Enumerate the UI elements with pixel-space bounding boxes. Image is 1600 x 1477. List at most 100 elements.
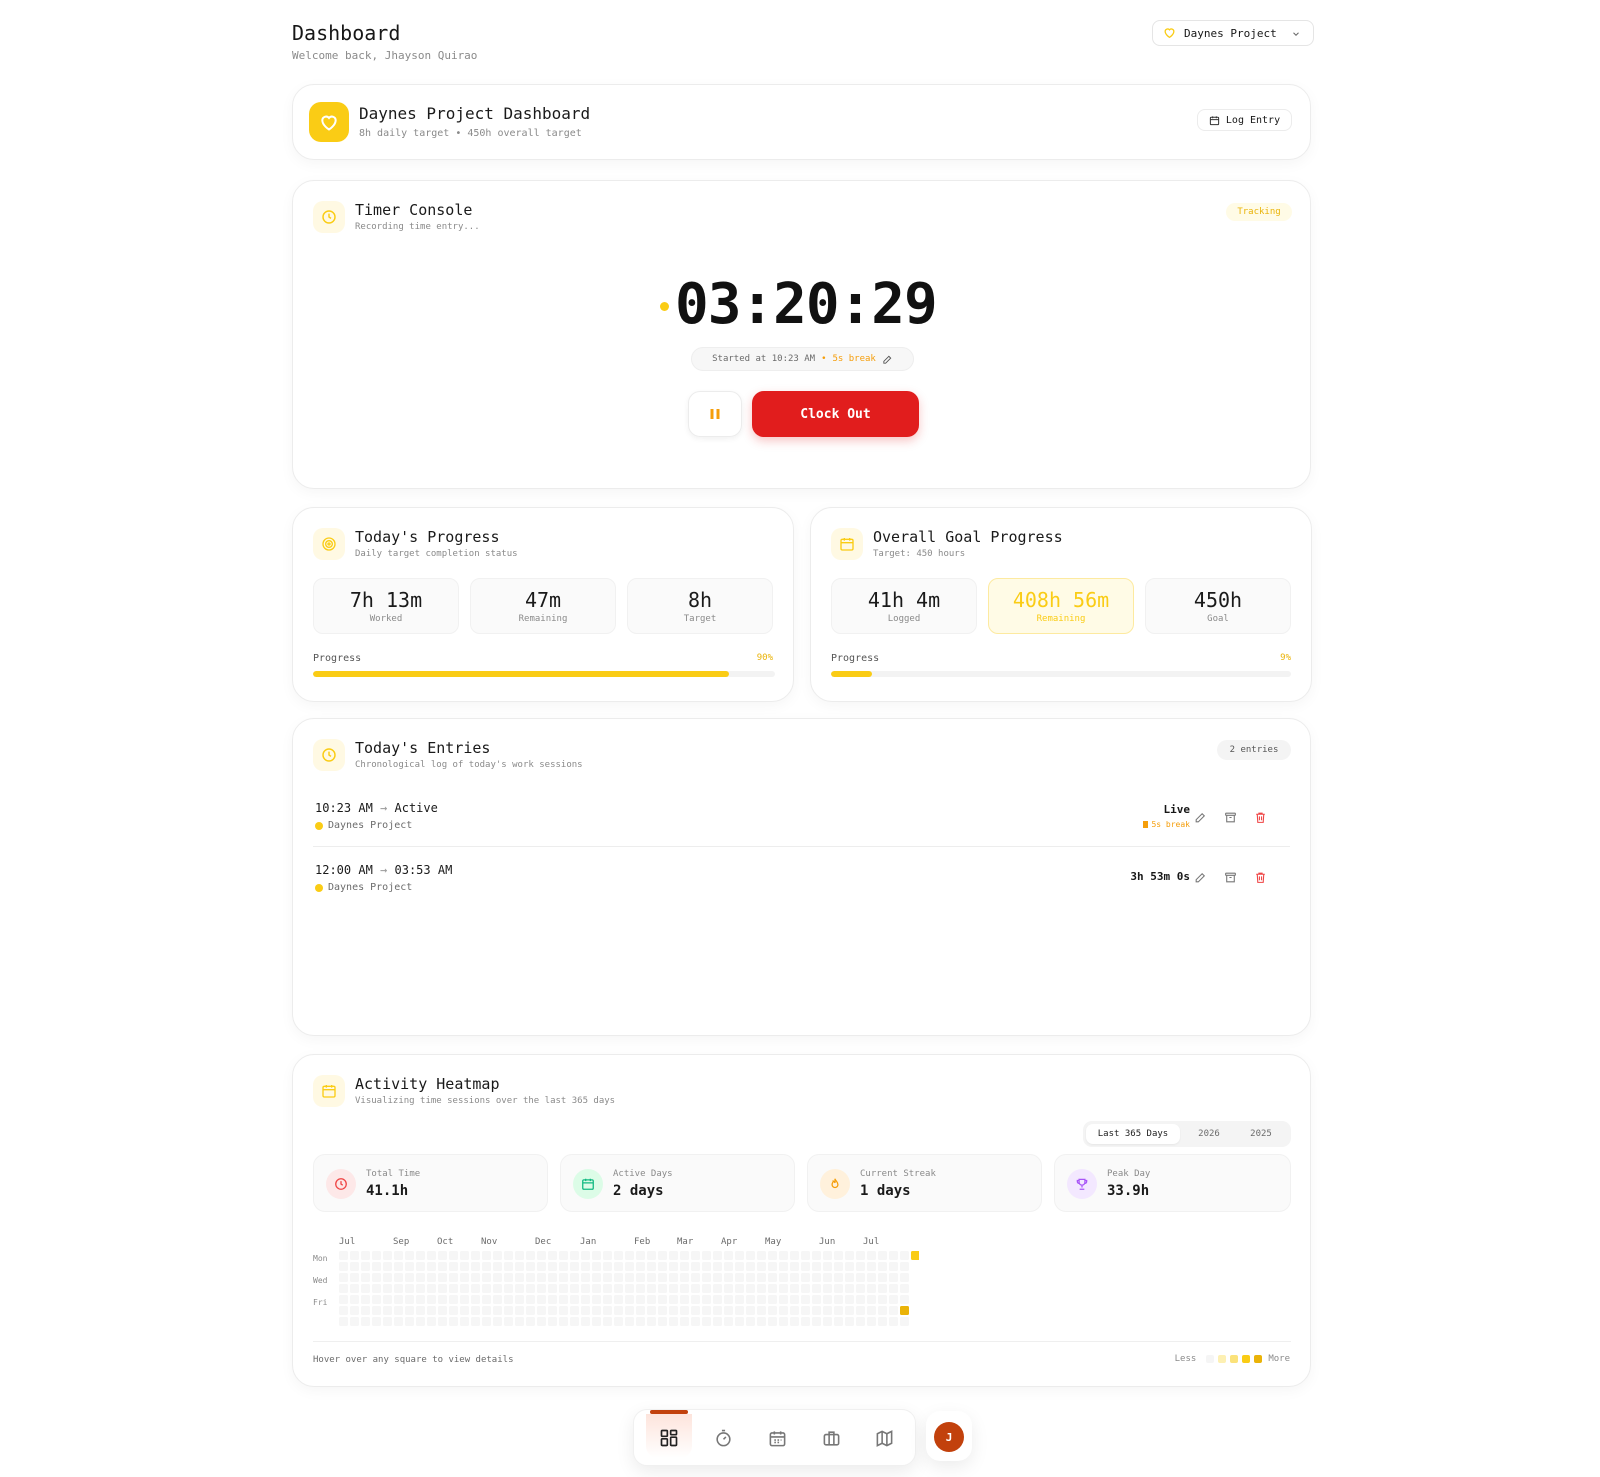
heatmap-cell[interactable]: [372, 1317, 381, 1326]
heatmap-cell[interactable]: [647, 1306, 656, 1315]
heatmap-cell[interactable]: [768, 1262, 777, 1271]
heatmap-cell[interactable]: [636, 1317, 645, 1326]
heatmap-cell[interactable]: [449, 1295, 458, 1304]
heatmap-cell[interactable]: [581, 1284, 590, 1293]
heatmap-cell[interactable]: [438, 1262, 447, 1271]
heatmap-cell[interactable]: [592, 1284, 601, 1293]
heatmap-cell[interactable]: [427, 1295, 436, 1304]
heatmap-cell[interactable]: [339, 1284, 348, 1293]
heatmap-cell[interactable]: [636, 1306, 645, 1315]
heatmap-cell[interactable]: [416, 1251, 425, 1260]
log-entry-button[interactable]: Log Entry: [1197, 109, 1292, 131]
nav-map[interactable]: [867, 1423, 901, 1457]
heatmap-cell[interactable]: [350, 1306, 359, 1315]
heatmap-cell[interactable]: [416, 1295, 425, 1304]
heatmap-cell[interactable]: [790, 1295, 799, 1304]
heatmap-cell[interactable]: [603, 1317, 612, 1326]
heatmap-cell[interactable]: [647, 1251, 656, 1260]
heatmap-cell[interactable]: [669, 1317, 678, 1326]
heatmap-cell[interactable]: [757, 1251, 766, 1260]
heatmap-cell[interactable]: [471, 1262, 480, 1271]
heatmap-cell[interactable]: [570, 1284, 579, 1293]
heatmap-cell[interactable]: [394, 1295, 403, 1304]
heatmap-cell[interactable]: [845, 1284, 854, 1293]
heatmap-cell[interactable]: [713, 1295, 722, 1304]
heatmap-cell[interactable]: [900, 1295, 909, 1304]
heatmap-cell[interactable]: [427, 1317, 436, 1326]
heatmap-cell[interactable]: [680, 1284, 689, 1293]
heatmap-cell[interactable]: [361, 1251, 370, 1260]
heatmap-cell[interactable]: [515, 1317, 524, 1326]
heatmap-cell[interactable]: [845, 1273, 854, 1282]
heatmap-cell[interactable]: [878, 1284, 887, 1293]
heatmap-cell[interactable]: [570, 1295, 579, 1304]
heatmap-cell[interactable]: [581, 1262, 590, 1271]
heatmap-cell[interactable]: [559, 1251, 568, 1260]
heatmap-cell[interactable]: [581, 1317, 590, 1326]
heatmap-cell[interactable]: [713, 1262, 722, 1271]
heatmap-cell[interactable]: [658, 1317, 667, 1326]
heatmap-cell[interactable]: [746, 1251, 755, 1260]
heatmap-cell[interactable]: [779, 1273, 788, 1282]
heatmap-cell[interactable]: [867, 1251, 876, 1260]
heatmap-cell[interactable]: [856, 1306, 865, 1315]
heatmap-cell[interactable]: [405, 1317, 414, 1326]
heatmap-cell[interactable]: [746, 1262, 755, 1271]
heatmap-cell[interactable]: [449, 1306, 458, 1315]
heatmap-cell[interactable]: [889, 1317, 898, 1326]
heatmap-cell[interactable]: [559, 1306, 568, 1315]
heatmap-cell[interactable]: [658, 1284, 667, 1293]
heatmap-cell[interactable]: [669, 1295, 678, 1304]
heatmap-cell[interactable]: [768, 1306, 777, 1315]
heatmap-cell[interactable]: [757, 1295, 766, 1304]
delete-entry-button[interactable]: [1250, 868, 1270, 888]
heatmap-cell[interactable]: [900, 1284, 909, 1293]
heatmap-cell[interactable]: [724, 1273, 733, 1282]
heatmap-cell[interactable]: [482, 1273, 491, 1282]
heatmap-cell[interactable]: [823, 1251, 832, 1260]
heatmap-cell[interactable]: [636, 1262, 645, 1271]
heatmap-cell[interactable]: [383, 1251, 392, 1260]
heatmap-cell[interactable]: [658, 1251, 667, 1260]
heatmap-cell[interactable]: [493, 1273, 502, 1282]
heatmap-cell[interactable]: [856, 1262, 865, 1271]
heatmap-cell[interactable]: [680, 1306, 689, 1315]
heatmap-cell[interactable]: [493, 1262, 502, 1271]
heatmap-cell[interactable]: [878, 1273, 887, 1282]
heatmap-cell[interactable]: [658, 1306, 667, 1315]
heatmap-cell[interactable]: [834, 1273, 843, 1282]
heatmap-cell[interactable]: [812, 1284, 821, 1293]
heatmap-cell[interactable]: [581, 1251, 590, 1260]
heatmap-cell[interactable]: [845, 1306, 854, 1315]
heatmap-cell[interactable]: [746, 1273, 755, 1282]
heatmap-cell[interactable]: [911, 1251, 919, 1260]
heatmap-cell[interactable]: [548, 1251, 557, 1260]
heatmap-cell[interactable]: [394, 1306, 403, 1315]
heatmap-cell[interactable]: [647, 1317, 656, 1326]
heatmap-cell[interactable]: [592, 1262, 601, 1271]
heatmap-cell[interactable]: [471, 1295, 480, 1304]
heatmap-cell[interactable]: [823, 1317, 832, 1326]
heatmap-cell[interactable]: [614, 1284, 623, 1293]
heatmap-cell[interactable]: [372, 1262, 381, 1271]
heatmap-cell[interactable]: [603, 1306, 612, 1315]
heatmap-cell[interactable]: [834, 1284, 843, 1293]
heatmap-cell[interactable]: [702, 1273, 711, 1282]
heatmap-cell[interactable]: [801, 1251, 810, 1260]
heatmap-cell[interactable]: [570, 1317, 579, 1326]
heatmap-cell[interactable]: [581, 1295, 590, 1304]
heatmap-cell[interactable]: [339, 1273, 348, 1282]
heatmap-cell[interactable]: [702, 1284, 711, 1293]
heatmap-cell[interactable]: [526, 1262, 535, 1271]
heatmap-cell[interactable]: [790, 1317, 799, 1326]
heatmap-cell[interactable]: [647, 1284, 656, 1293]
heatmap-cell[interactable]: [416, 1273, 425, 1282]
heatmap-cell[interactable]: [702, 1317, 711, 1326]
heatmap-cell[interactable]: [691, 1306, 700, 1315]
clock-out-button[interactable]: Clock Out: [752, 391, 919, 437]
heatmap-cell[interactable]: [691, 1273, 700, 1282]
heatmap-cell[interactable]: [900, 1306, 909, 1315]
heatmap-cell[interactable]: [339, 1262, 348, 1271]
heatmap-cell[interactable]: [394, 1273, 403, 1282]
heatmap-cell[interactable]: [724, 1317, 733, 1326]
